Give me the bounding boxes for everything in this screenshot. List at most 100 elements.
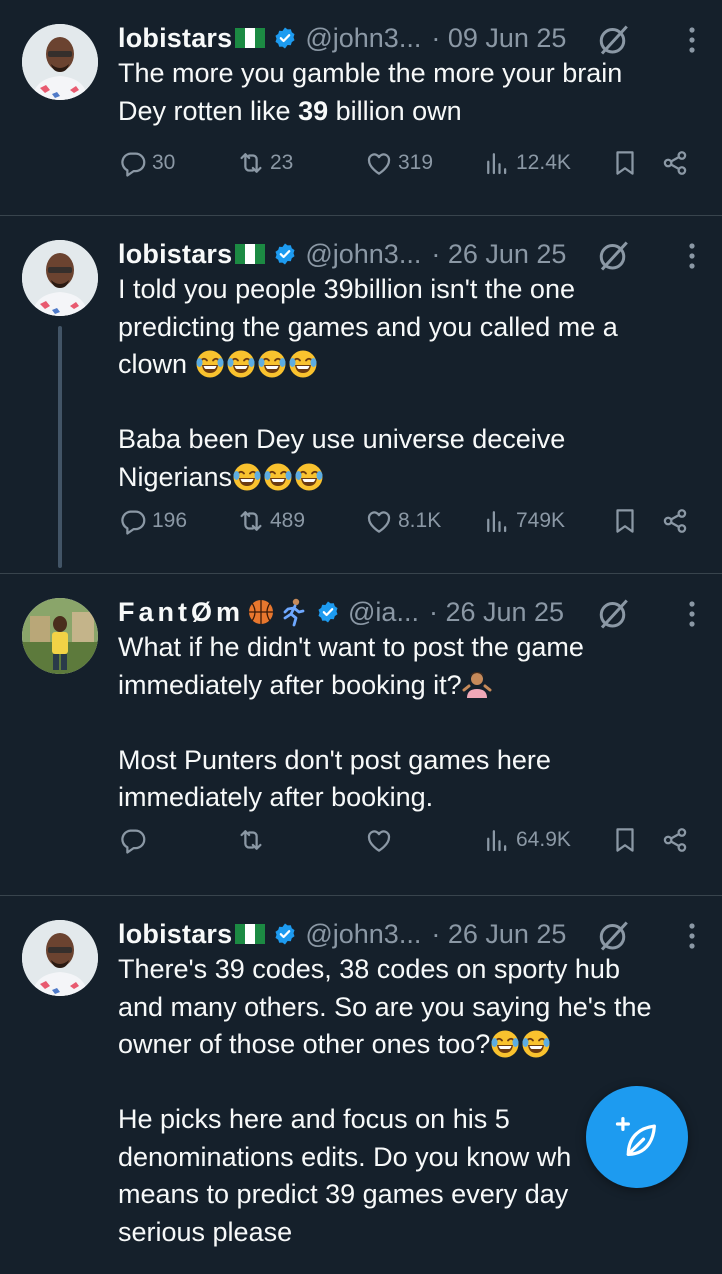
bookmark-icon	[610, 825, 640, 855]
timestamp[interactable]: · 09 Jun 25	[431, 23, 566, 54]
laughing-tears-emoji	[288, 349, 318, 379]
share-button[interactable]	[660, 825, 690, 855]
heart-icon	[364, 148, 394, 178]
tweet-text-part: Baba been Dey use universe deceive Niger…	[118, 424, 566, 492]
laughing-tears-emoji	[521, 1029, 551, 1059]
tweet-text-part: I told you people 39billion isn't the on…	[118, 274, 618, 379]
verified-badge-icon	[316, 600, 340, 624]
verified-badge-icon	[273, 922, 297, 946]
reply-icon	[118, 825, 148, 855]
tweet-text-part: There's 39 codes, 38 codes on sporty hub…	[118, 954, 652, 1059]
heart-icon	[364, 825, 394, 855]
retweet-icon	[236, 825, 266, 855]
reply-icon	[118, 506, 148, 536]
retweet-button[interactable]	[236, 825, 270, 855]
retweet-icon	[236, 148, 266, 178]
tweet-text: I told you people 39billion isn't the on…	[118, 271, 706, 496]
display-name[interactable]: lobistars	[118, 239, 232, 270]
avatar[interactable]	[22, 24, 98, 100]
like-button[interactable]	[364, 825, 398, 855]
avatar[interactable]	[22, 240, 98, 316]
share-icon	[660, 148, 690, 178]
tweet-text-part: billion own	[328, 95, 462, 126]
user-handle[interactable]: @john3...	[305, 919, 421, 950]
share-icon	[660, 825, 690, 855]
grok-icon[interactable]	[596, 596, 632, 632]
more-icon[interactable]	[688, 26, 696, 54]
laughing-tears-emoji	[232, 462, 262, 492]
tweet-text-part: He picks here and focus on his 5 denomin…	[118, 1104, 572, 1247]
more-icon[interactable]	[688, 600, 696, 628]
retweet-count: 23	[270, 151, 294, 174]
tweet-text-part: What if he didn't want to post the game …	[118, 632, 584, 700]
bookmark-button[interactable]	[610, 148, 640, 178]
running-emoji	[277, 597, 307, 627]
verified-badge-icon	[273, 26, 297, 50]
like-button[interactable]: 8.1K	[364, 506, 441, 536]
grok-icon[interactable]	[596, 22, 632, 58]
avatar[interactable]	[22, 920, 98, 996]
bookmark-button[interactable]	[610, 825, 640, 855]
share-button[interactable]	[660, 506, 690, 536]
avatar[interactable]	[22, 598, 98, 674]
laughing-tears-emoji	[257, 349, 287, 379]
laughing-tears-emoji	[226, 349, 256, 379]
reply-button[interactable]	[118, 825, 152, 855]
views-icon	[482, 825, 512, 855]
action-bar: 30 23 319 12.4K	[118, 143, 690, 183]
share-button[interactable]	[660, 148, 690, 178]
tweet-text: The more you gamble the more your brain …	[118, 55, 706, 130]
tweet-text: What if he didn't want to post the game …	[118, 629, 706, 817]
bookmark-icon	[610, 506, 640, 536]
retweet-button[interactable]: 489	[236, 506, 305, 536]
user-handle[interactable]: @ia...	[348, 597, 419, 628]
tweet-text-bold: 39	[298, 95, 329, 126]
views-button[interactable]: 64.9K	[482, 825, 571, 855]
user-handle[interactable]: @john3...	[305, 239, 421, 270]
view-count: 12.4K	[516, 151, 571, 174]
compose-post-button[interactable]	[586, 1086, 688, 1188]
person-shrugging-emoji	[462, 670, 492, 700]
tweet-text-part: Most Punters don't post games here immed…	[118, 744, 551, 813]
action-bar: 64.9K	[118, 820, 690, 860]
reply-button[interactable]: 196	[118, 506, 187, 536]
more-icon[interactable]	[688, 922, 696, 950]
timestamp[interactable]: · 26 Jun 25	[431, 919, 566, 950]
tweet[interactable]: lobistars @john3... · 26 Jun 25 There's …	[0, 896, 722, 1274]
like-count: 319	[398, 151, 434, 174]
grok-icon[interactable]	[596, 238, 632, 274]
reply-count: 196	[152, 509, 188, 532]
timestamp[interactable]: · 26 Jun 25	[429, 597, 564, 628]
more-icon[interactable]	[688, 242, 696, 270]
reply-count: 30	[152, 151, 176, 174]
heart-icon	[364, 506, 394, 536]
laughing-tears-emoji	[195, 349, 225, 379]
verified-badge-icon	[273, 242, 297, 266]
user-handle[interactable]: @john3...	[305, 23, 421, 54]
nigeria-flag-icon	[235, 28, 266, 48]
basketball-emoji	[246, 597, 276, 627]
compose-post-icon	[615, 1116, 656, 1156]
like-count: 8.1K	[398, 509, 442, 532]
laughing-tears-emoji	[490, 1029, 520, 1059]
views-button[interactable]: 12.4K	[482, 148, 571, 178]
display-name[interactable]: FantØm	[118, 597, 244, 628]
display-name[interactable]: lobistars	[118, 23, 232, 54]
tweet[interactable]: FantØm @ia... · 26 Jun 25 What if he did…	[0, 574, 722, 896]
tweet[interactable]: lobistars @john3... · 09 Jun 25 The more…	[0, 0, 722, 216]
laughing-tears-emoji	[294, 462, 324, 492]
thread-line	[58, 326, 62, 568]
laughing-tears-emoji	[263, 462, 293, 492]
retweet-button[interactable]: 23	[236, 148, 293, 178]
views-button[interactable]: 749K	[482, 506, 565, 536]
tweet[interactable]: lobistars @john3... · 26 Jun 25 I told y…	[0, 216, 722, 574]
reply-button[interactable]: 30	[118, 148, 175, 178]
view-count: 749K	[516, 509, 566, 532]
bookmark-icon	[610, 148, 640, 178]
like-button[interactable]: 319	[364, 148, 433, 178]
timestamp[interactable]: · 26 Jun 25	[431, 239, 566, 270]
display-name[interactable]: lobistars	[118, 919, 232, 950]
grok-icon[interactable]	[596, 918, 632, 954]
view-count: 64.9K	[516, 828, 571, 851]
bookmark-button[interactable]	[610, 506, 640, 536]
